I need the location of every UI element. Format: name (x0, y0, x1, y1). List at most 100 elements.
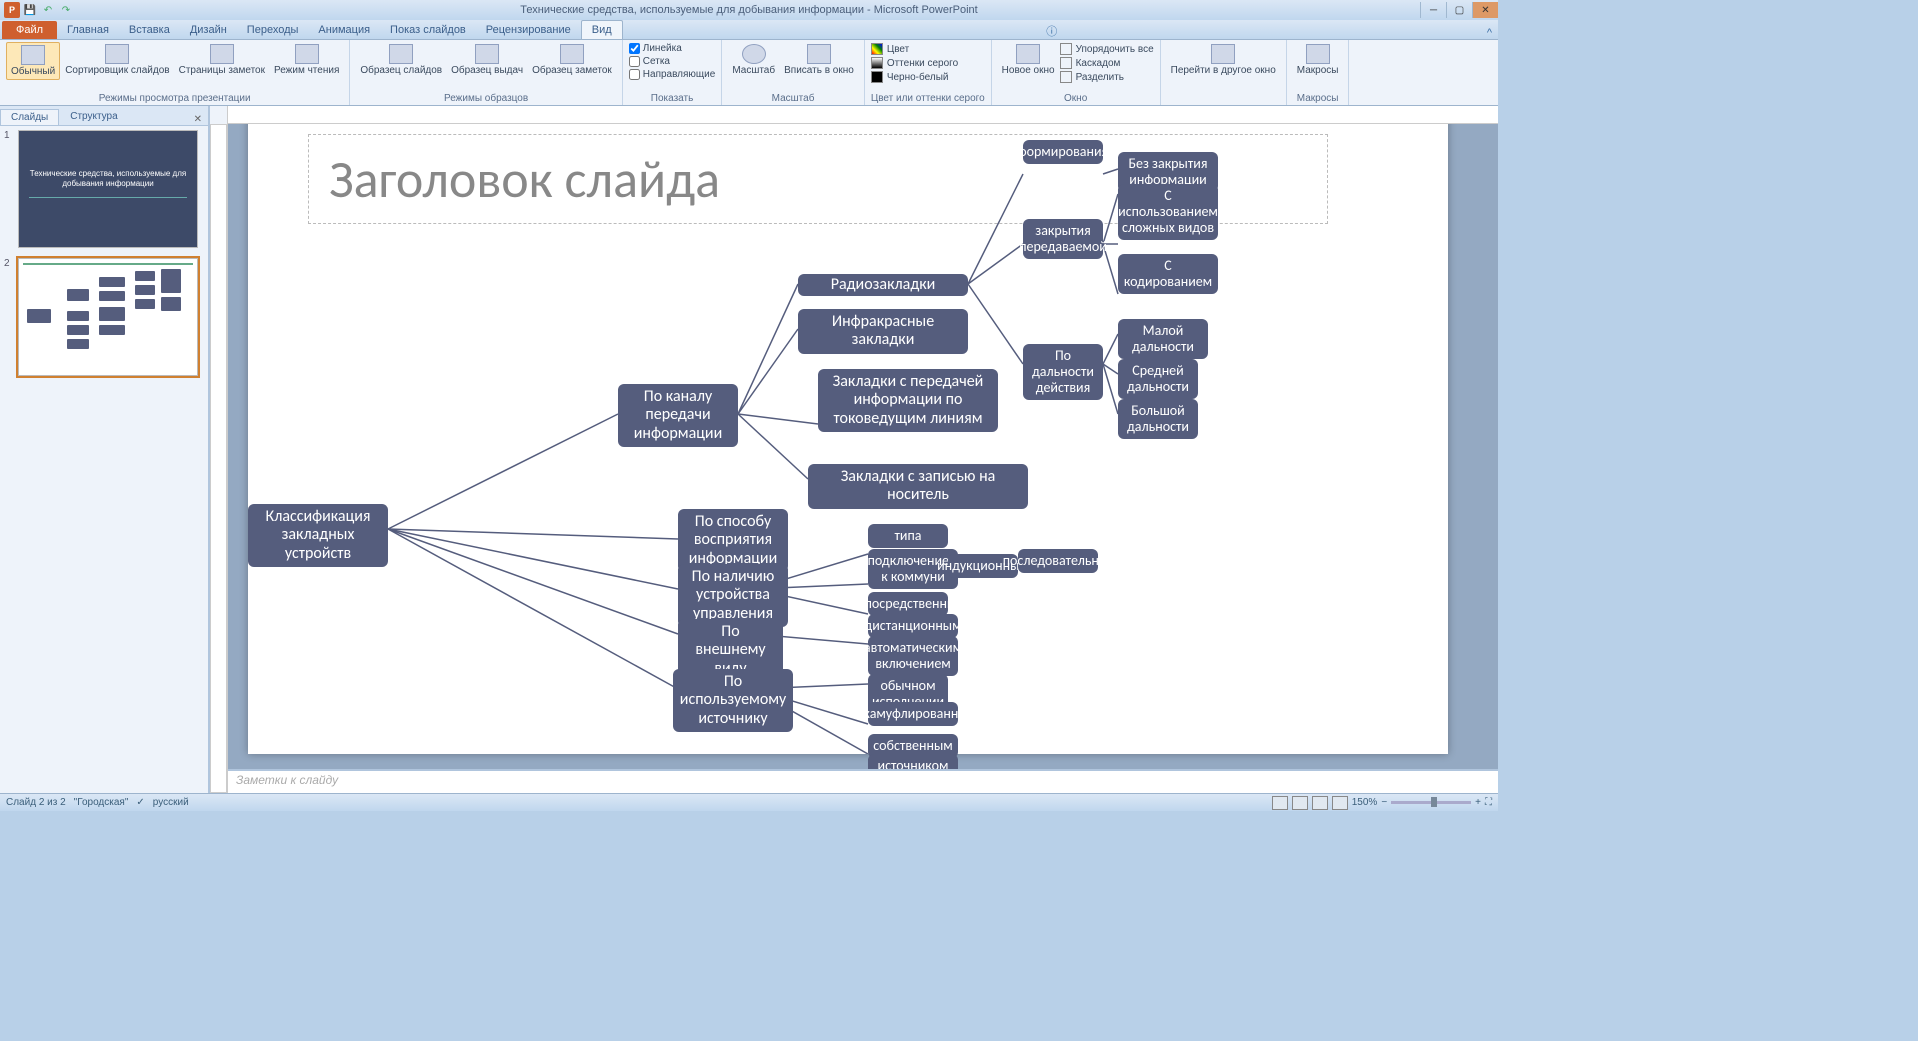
normal-view-button[interactable]: Обычный (6, 42, 60, 80)
spell-check-icon[interactable]: ✓ (136, 797, 144, 808)
slide-thumbnail-1[interactable]: Технические средства, используемые для д… (18, 130, 198, 248)
diagram-node[interactable]: Закладки с передачей информации по токов… (818, 369, 998, 432)
switch-window-button[interactable]: Перейти в другое окно (1167, 42, 1280, 78)
handout-master-button[interactable]: Образец выдач (447, 42, 527, 78)
group-zoom: Масштаб Вписать в окно Масштаб (722, 40, 865, 105)
file-tab[interactable]: Файл (2, 21, 57, 39)
group-label: Режимы образцов (356, 92, 615, 105)
notes-pane[interactable]: Заметки к слайду (228, 769, 1498, 793)
grid-checkbox[interactable]: Сетка (629, 55, 716, 68)
diagram-node[interactable]: С использованием сложных видов (1118, 184, 1218, 240)
macros-icon (1306, 44, 1330, 64)
zoom-button[interactable]: Масштаб (728, 42, 779, 78)
group-switch-window: Перейти в другое окно (1161, 40, 1287, 105)
slide-title-text: Заголовок слайда (329, 147, 720, 211)
slide-master-button[interactable]: Образец слайдов (356, 42, 446, 78)
quick-access-toolbar: P 💾 ↶ ↷ (0, 2, 74, 18)
undo-icon[interactable]: ↶ (40, 2, 56, 18)
slide-thumbnail-2[interactable] (18, 258, 198, 376)
tab-home[interactable]: Главная (57, 21, 119, 39)
outline-tab[interactable]: Структура (59, 108, 128, 125)
fit-to-window-button[interactable]: ⛶ (1485, 797, 1492, 808)
slides-tab[interactable]: Слайды (0, 109, 59, 125)
tab-transitions[interactable]: Переходы (237, 21, 309, 39)
bw-button[interactable]: Черно-белый (871, 70, 985, 84)
tab-insert[interactable]: Вставка (119, 21, 180, 39)
tab-slideshow[interactable]: Показ слайдов (380, 21, 476, 39)
minimize-button[interactable]: ─ (1420, 2, 1446, 18)
switch-window-icon (1211, 44, 1235, 64)
diagram-node[interactable]: По способу восприятия информации (678, 509, 788, 572)
reading-view-status-button[interactable] (1312, 796, 1328, 810)
notes-master-button[interactable]: Образец заметок (528, 42, 616, 78)
diagram-node[interactable]: Средней дальности (1118, 359, 1198, 399)
group-macros: Макросы Макросы (1287, 40, 1350, 105)
slide-canvas-area[interactable]: Заголовок слайда (228, 124, 1498, 769)
diagram-node[interactable]: Большой дальности (1118, 399, 1198, 439)
color-button[interactable]: Цвет (871, 42, 985, 56)
split-button[interactable]: Разделить (1060, 70, 1154, 84)
diagram-node[interactable]: По дальности действия (1023, 344, 1103, 400)
grayscale-button[interactable]: Оттенки серого (871, 56, 985, 70)
diagram-node[interactable]: По наличию устройства управления (678, 564, 788, 627)
diagram-node[interactable]: автоматическим включением (868, 636, 958, 676)
reading-view-button[interactable]: Режим чтения (270, 42, 343, 78)
maximize-button[interactable]: ▢ (1446, 2, 1472, 18)
group-label: Цвет или оттенки серого (871, 92, 985, 105)
normal-view-status-button[interactable] (1272, 796, 1288, 810)
new-window-button[interactable]: Новое окно (998, 42, 1059, 78)
diagram-node[interactable]: Радиозакладки (798, 274, 968, 296)
diagram-node[interactable]: Классификация закладных устройств (248, 504, 388, 567)
panel-close-icon[interactable]: ✕ (188, 114, 208, 125)
diagram-node[interactable]: дистанционным (868, 614, 958, 638)
thumbnail-row[interactable]: 2 (4, 258, 204, 376)
diagram-node[interactable]: непосредственным (868, 592, 948, 616)
tab-animations[interactable]: Анимация (308, 21, 380, 39)
fit-window-button[interactable]: Вписать в окно (780, 42, 858, 78)
slideshow-status-button[interactable] (1332, 796, 1348, 810)
diagram-node[interactable]: По используемому источнику (673, 669, 793, 732)
diagram-node[interactable]: Инфракрасные закладки (798, 309, 968, 354)
diagram-node[interactable]: последовательное (1018, 549, 1098, 573)
diagram-node[interactable]: закамуфлированном (868, 702, 958, 726)
tab-review[interactable]: Рецензирование (476, 21, 581, 39)
group-label: Показать (629, 92, 716, 105)
thumbnails-list: 1 Технические средства, используемые для… (0, 126, 208, 793)
macros-button[interactable]: Макросы (1293, 42, 1343, 78)
cascade-button[interactable]: Каскадом (1060, 56, 1154, 70)
diagram-node[interactable]: Малой дальности (1118, 319, 1208, 359)
ruler-checkbox[interactable]: Линейка (629, 42, 716, 55)
diagram-node[interactable]: типа (868, 524, 948, 548)
group-color: Цвет Оттенки серого Черно-белый Цвет или… (865, 40, 992, 105)
group-label: Режимы просмотра презентации (6, 92, 343, 105)
panel-tabs: Слайды Структура ✕ (0, 106, 208, 126)
ribbon-minimize-icon[interactable]: ^ (1481, 27, 1498, 39)
diagram-node[interactable]: С кодированием (1118, 254, 1218, 294)
slide[interactable]: Заголовок слайда (248, 124, 1448, 754)
redo-icon[interactable]: ↷ (58, 2, 74, 18)
arrange-all-button[interactable]: Упорядочить все (1060, 42, 1154, 56)
help-icon[interactable]: ⓘ (1040, 23, 1063, 39)
notes-page-button[interactable]: Страницы заметок (175, 42, 269, 78)
sorter-view-button[interactable]: Сортировщик слайдов (61, 42, 173, 78)
status-bar: Слайд 2 из 2 "Городская" ✓ русский 150% … (0, 793, 1498, 811)
close-button[interactable]: ✕ (1472, 2, 1498, 18)
zoom-level[interactable]: 150% (1352, 797, 1378, 808)
thumbnail-row[interactable]: 1 Технические средства, используемые для… (4, 130, 204, 248)
zoom-out-button[interactable]: − (1381, 797, 1387, 808)
language-indicator[interactable]: русский (153, 797, 189, 808)
slide-master-icon (389, 44, 413, 64)
zoom-slider[interactable] (1391, 801, 1471, 804)
diagram-node[interactable]: закрытия передаваемой (1023, 219, 1103, 259)
save-icon[interactable]: 💾 (22, 2, 38, 18)
group-label: Макросы (1293, 92, 1343, 105)
diagram-node[interactable]: Закладки с записью на носитель (808, 464, 1028, 509)
guides-checkbox[interactable]: Направляющие (629, 68, 716, 81)
tab-view[interactable]: Вид (581, 20, 623, 39)
diagram-node[interactable]: По каналу передачи информации (618, 384, 738, 447)
diagram-node[interactable]: формирования (1023, 140, 1103, 164)
zoom-in-button[interactable]: + (1475, 797, 1481, 808)
diagram-node[interactable]: источником (868, 754, 958, 769)
tab-design[interactable]: Дизайн (180, 21, 237, 39)
sorter-view-status-button[interactable] (1292, 796, 1308, 810)
